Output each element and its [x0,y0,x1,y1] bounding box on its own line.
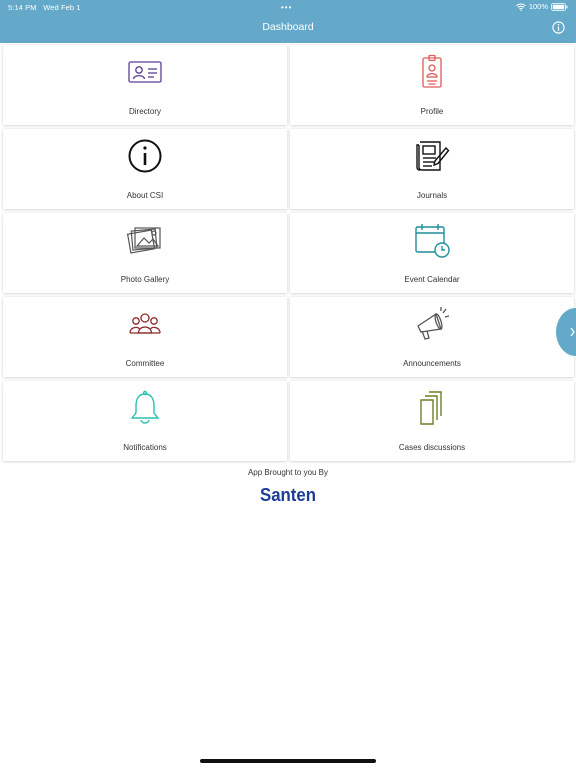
side-drawer-handle[interactable] [556,308,576,356]
tile-label: About CSI [126,191,164,200]
home-indicator[interactable] [200,759,376,763]
tile-label: Notifications [123,443,167,452]
tile-label: Announcements [403,359,461,368]
tile-journals[interactable]: Journals [290,129,574,209]
status-time: 5:14 PM Wed Feb 1 [8,3,81,12]
newspaper-pen-icon [413,137,451,175]
tile-profile[interactable]: Profile [290,45,574,125]
tile-label: Directory [128,107,161,116]
tile-about-csi[interactable]: About CSI [3,129,287,209]
tile-label: Event Calendar [404,275,460,284]
tile-photo-gallery[interactable]: Photo Gallery [3,213,287,293]
status-indicators: 100% [515,2,568,11]
tile-label: Committee [125,359,165,368]
tile-label: Photo Gallery [120,275,170,284]
tile-label: Profile [420,107,444,116]
people-group-icon [126,305,164,343]
tile-cases-discussions[interactable]: Cases discussions [290,381,574,461]
tile-label: Journals [416,191,448,200]
tile-notifications[interactable]: Notifications [3,381,287,461]
logo-wordmark: Santen [260,485,316,505]
id-badge-icon [413,53,451,91]
id-card-icon [126,53,164,91]
tile-event-calendar[interactable]: Event Calendar [290,213,574,293]
tile-label: Cases discussions [398,443,466,452]
bell-icon [126,389,164,427]
page-title: Dashboard [262,21,314,33]
dashboard-grid: Directory Profile About CSI Journals Pho… [3,45,574,461]
photo-stack-icon [126,221,164,259]
sponsor-text: App Brought to you By [247,468,329,477]
santen-logo: Santen [260,485,316,505]
tile-announcements[interactable]: Announcements [290,297,574,377]
calendar-clock-icon [413,221,451,259]
wifi-icon [515,3,526,11]
documents-icon [413,389,451,427]
header-bar: 5:14 PM Wed Feb 1 ••• 100% Dashboard [0,0,576,43]
tile-committee[interactable]: Committee [3,297,287,377]
multitasking-dots[interactable]: ••• [281,3,292,12]
tile-directory[interactable]: Directory [3,45,287,125]
info-icon[interactable] [552,21,565,34]
battery-percent: 100% [528,2,548,11]
info-circle-icon [126,137,164,175]
megaphone-icon [413,305,451,343]
battery-icon [551,2,568,11]
